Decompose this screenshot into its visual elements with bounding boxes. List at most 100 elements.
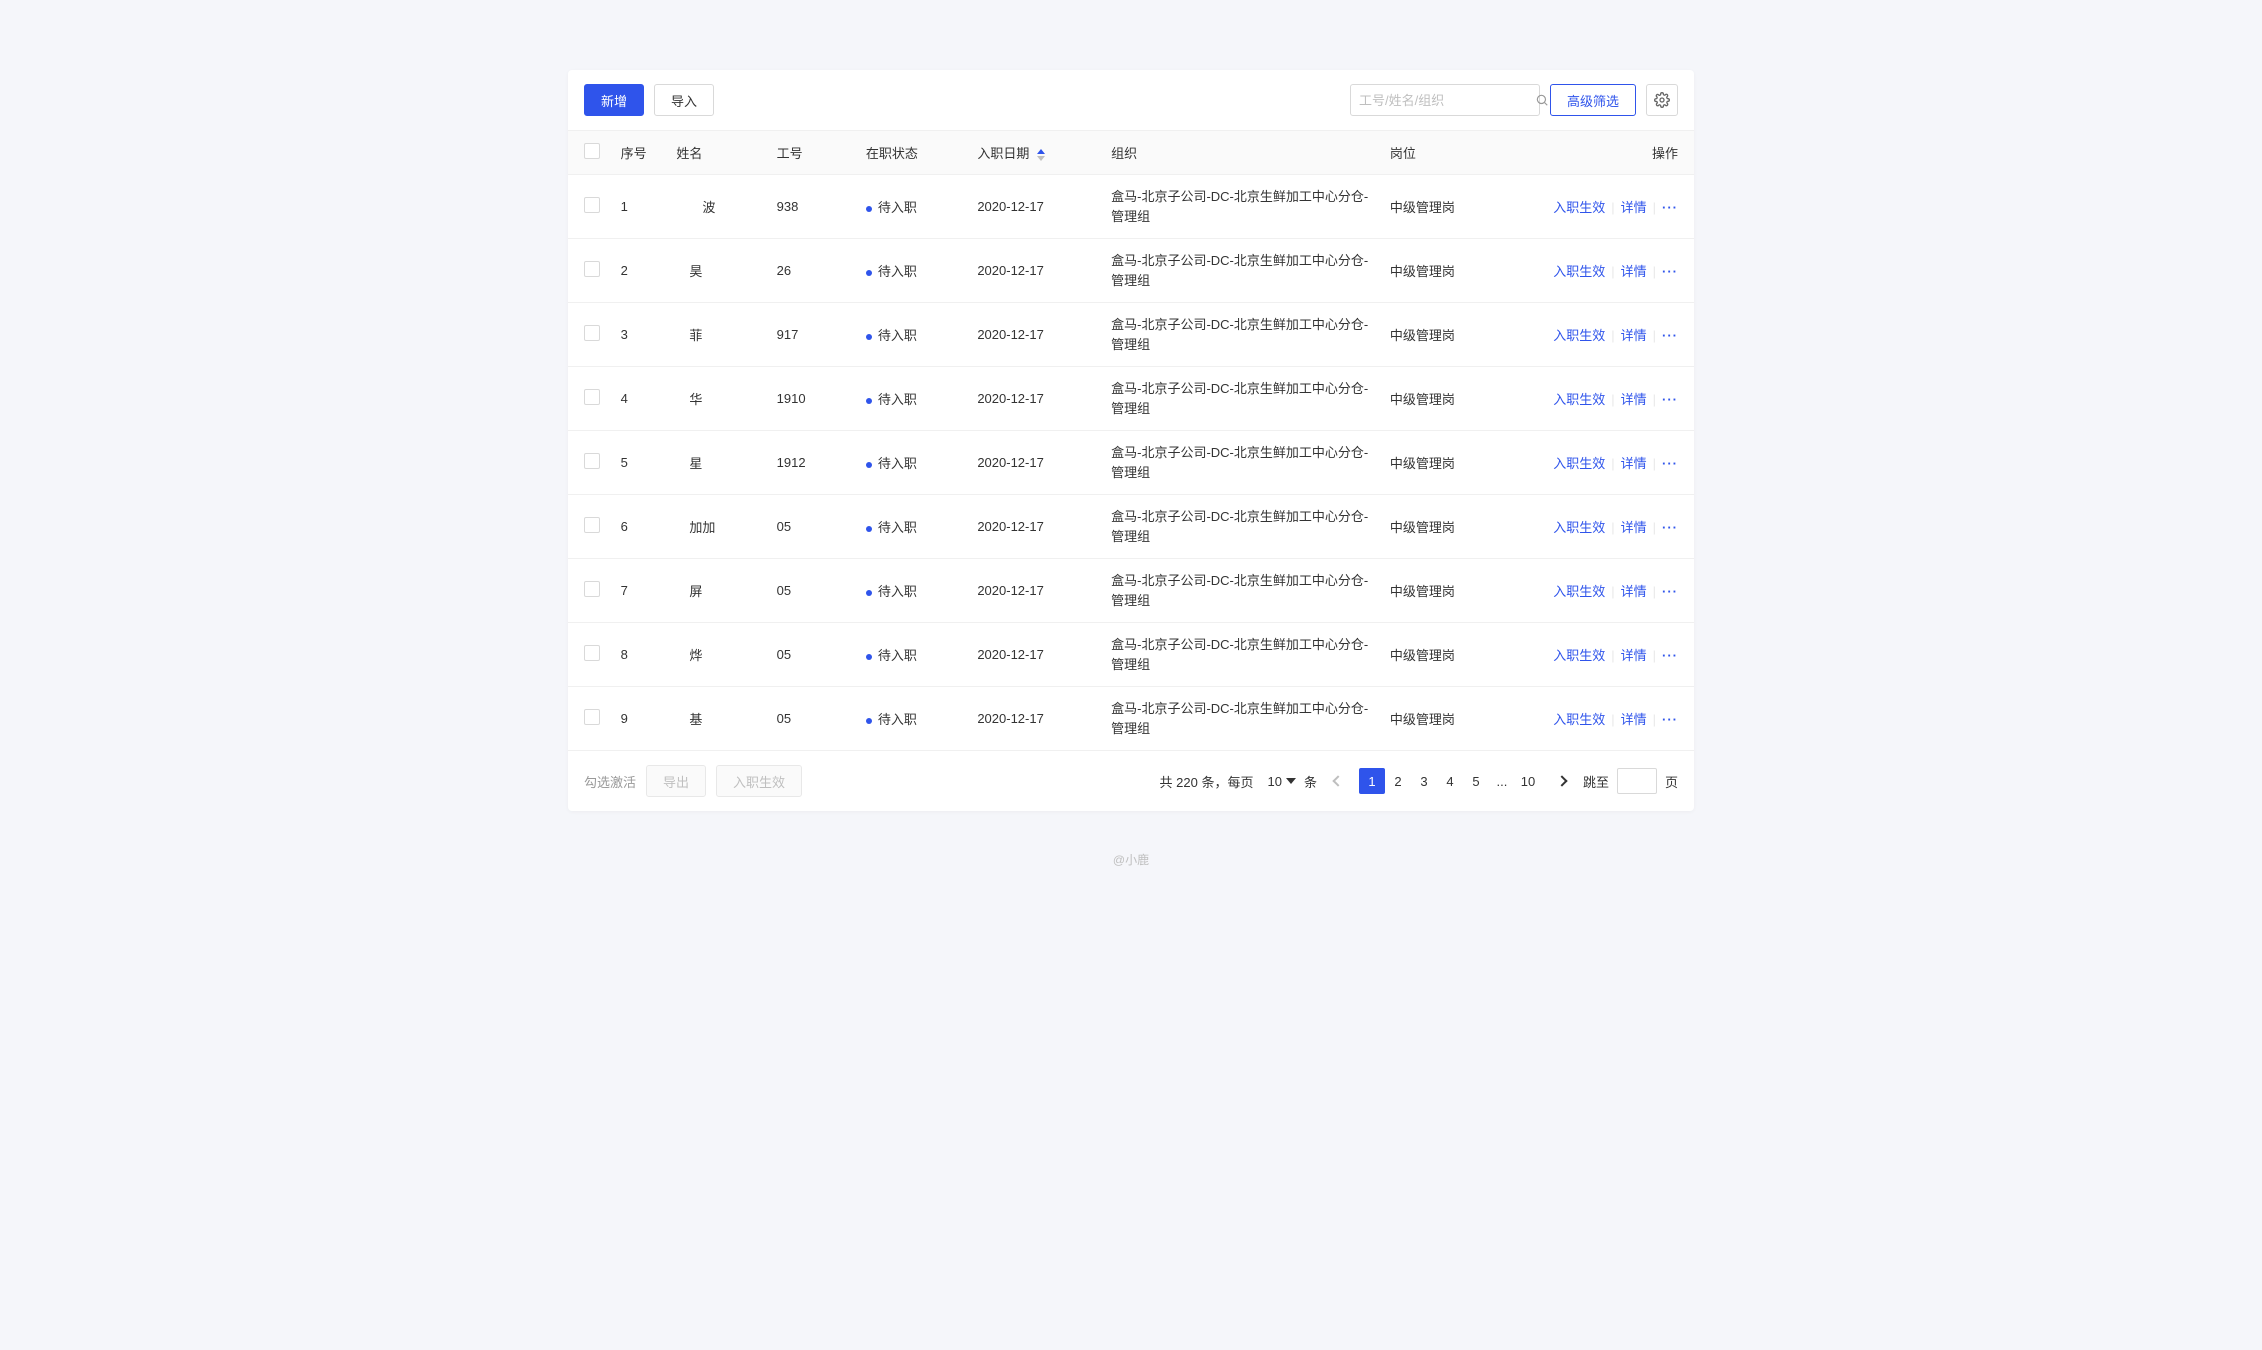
row-detail-link[interactable]: 详情: [1621, 712, 1647, 727]
row-more-icon[interactable]: ···: [1662, 264, 1678, 279]
row-effective-link[interactable]: 入职生效: [1553, 712, 1605, 727]
search-input[interactable]: [1359, 93, 1535, 108]
row-effective-link[interactable]: 入职生效: [1553, 392, 1605, 407]
batch-effective-button[interactable]: 入职生效: [716, 765, 802, 797]
table-row: 1 波938待入职2020-12-17盒马-北京子公司-DC-北京生鲜加工中心分…: [568, 175, 1694, 239]
row-effective-link[interactable]: 入职生效: [1553, 648, 1605, 663]
cell-status: 待入职: [858, 367, 969, 431]
row-checkbox[interactable]: [584, 645, 600, 661]
pagination: 共 220 条，每页 10 条 12345...10 跳至 页: [1160, 768, 1679, 794]
status-dot-icon: [866, 206, 872, 212]
next-page-button[interactable]: [1549, 768, 1575, 794]
cell-org: 盒马-北京子公司-DC-北京生鲜加工中心分仓-管理组: [1103, 175, 1382, 239]
row-checkbox[interactable]: [584, 709, 600, 725]
row-effective-link[interactable]: 入职生效: [1553, 584, 1605, 599]
import-button[interactable]: 导入: [654, 84, 714, 116]
page-size-select[interactable]: 10: [1267, 774, 1295, 789]
cell-name: 昊: [668, 239, 768, 303]
row-detail-link[interactable]: 详情: [1621, 200, 1647, 215]
search-wrapper[interactable]: [1350, 84, 1540, 116]
row-more-icon[interactable]: ···: [1662, 520, 1678, 535]
cell-name: 屏: [668, 559, 768, 623]
cell-hire-date: 2020-12-17: [969, 175, 1103, 239]
select-hint: 勾选激活: [584, 772, 636, 791]
row-effective-link[interactable]: 入职生效: [1553, 328, 1605, 343]
sort-icon[interactable]: [1037, 149, 1045, 161]
row-more-icon[interactable]: ···: [1662, 328, 1678, 343]
chevron-left-icon: [1332, 775, 1343, 786]
status-dot-icon: [866, 398, 872, 404]
cell-seq: 7: [613, 559, 669, 623]
row-more-icon[interactable]: ···: [1662, 648, 1678, 663]
search-icon[interactable]: [1535, 93, 1549, 107]
table-row: 7 屏05待入职2020-12-17盒马-北京子公司-DC-北京生鲜加工中心分仓…: [568, 559, 1694, 623]
page-button-10[interactable]: 10: [1515, 768, 1541, 794]
row-effective-link[interactable]: 入职生效: [1553, 456, 1605, 471]
cell-name: 加加: [668, 495, 768, 559]
row-checkbox[interactable]: [584, 453, 600, 469]
cell-job: 中级管理岗: [1382, 239, 1516, 303]
export-button[interactable]: 导出: [646, 765, 706, 797]
row-more-icon[interactable]: ···: [1662, 584, 1678, 599]
row-detail-link[interactable]: 详情: [1621, 584, 1647, 599]
cell-actions: 入职生效|详情|···: [1516, 239, 1694, 303]
toolbar: 新增 导入 高级筛选: [568, 70, 1694, 130]
table-row: 5 星1912待入职2020-12-17盒马-北京子公司-DC-北京生鲜加工中心…: [568, 431, 1694, 495]
cell-actions: 入职生效|详情|···: [1516, 175, 1694, 239]
cell-status: 待入职: [858, 495, 969, 559]
row-effective-link[interactable]: 入职生效: [1553, 520, 1605, 535]
table-header-row: 序号 姓名 工号 在职状态 入职日期 组织 岗位 操作: [568, 131, 1694, 175]
table-footer: 勾选激活 导出 入职生效 共 220 条，每页 10 条 12345...10 …: [568, 750, 1694, 811]
status-dot-icon: [866, 590, 872, 596]
row-checkbox[interactable]: [584, 517, 600, 533]
page-button-4[interactable]: 4: [1437, 768, 1463, 794]
row-detail-link[interactable]: 详情: [1621, 328, 1647, 343]
cell-seq: 8: [613, 623, 669, 687]
cell-hire-date: 2020-12-17: [969, 367, 1103, 431]
cell-actions: 入职生效|详情|···: [1516, 431, 1694, 495]
row-checkbox[interactable]: [584, 389, 600, 405]
settings-button[interactable]: [1646, 84, 1678, 116]
row-detail-link[interactable]: 详情: [1621, 392, 1647, 407]
add-button[interactable]: 新增: [584, 84, 644, 116]
row-more-icon[interactable]: ···: [1662, 712, 1678, 727]
cell-emp-id: 05: [769, 687, 858, 751]
cell-status: 待入职: [858, 239, 969, 303]
row-more-icon[interactable]: ···: [1662, 456, 1678, 471]
advanced-filter-button[interactable]: 高级筛选: [1550, 84, 1636, 116]
table-row: 2 昊26待入职2020-12-17盒马-北京子公司-DC-北京生鲜加工中心分仓…: [568, 239, 1694, 303]
cell-org: 盒马-北京子公司-DC-北京生鲜加工中心分仓-管理组: [1103, 687, 1382, 751]
page-button-5[interactable]: 5: [1463, 768, 1489, 794]
col-hire-date[interactable]: 入职日期: [969, 131, 1103, 175]
cell-emp-id: 26: [769, 239, 858, 303]
cell-status: 待入职: [858, 303, 969, 367]
row-effective-link[interactable]: 入职生效: [1553, 200, 1605, 215]
page-button-2[interactable]: 2: [1385, 768, 1411, 794]
cell-status: 待入职: [858, 175, 969, 239]
row-more-icon[interactable]: ···: [1662, 200, 1678, 215]
row-checkbox[interactable]: [584, 581, 600, 597]
prev-page-button[interactable]: [1325, 768, 1351, 794]
cell-job: 中级管理岗: [1382, 495, 1516, 559]
row-checkbox[interactable]: [584, 325, 600, 341]
cell-status: 待入职: [858, 687, 969, 751]
row-more-icon[interactable]: ···: [1662, 392, 1678, 407]
jump-page-input[interactable]: [1617, 768, 1657, 794]
page-suffix: 页: [1665, 772, 1678, 791]
page-button-3[interactable]: 3: [1411, 768, 1437, 794]
row-checkbox[interactable]: [584, 197, 600, 213]
col-emp-id: 工号: [769, 131, 858, 175]
select-all-checkbox[interactable]: [584, 143, 600, 159]
table-row: 4 华1910待入职2020-12-17盒马-北京子公司-DC-北京生鲜加工中心…: [568, 367, 1694, 431]
row-effective-link[interactable]: 入职生效: [1553, 264, 1605, 279]
page-ellipsis: ...: [1489, 768, 1515, 794]
page-button-1[interactable]: 1: [1359, 768, 1385, 794]
row-detail-link[interactable]: 详情: [1621, 264, 1647, 279]
row-checkbox[interactable]: [584, 261, 600, 277]
status-dot-icon: [866, 270, 872, 276]
row-detail-link[interactable]: 详情: [1621, 648, 1647, 663]
row-detail-link[interactable]: 详情: [1621, 520, 1647, 535]
cell-emp-id: 938: [769, 175, 858, 239]
col-action: 操作: [1516, 131, 1694, 175]
row-detail-link[interactable]: 详情: [1621, 456, 1647, 471]
